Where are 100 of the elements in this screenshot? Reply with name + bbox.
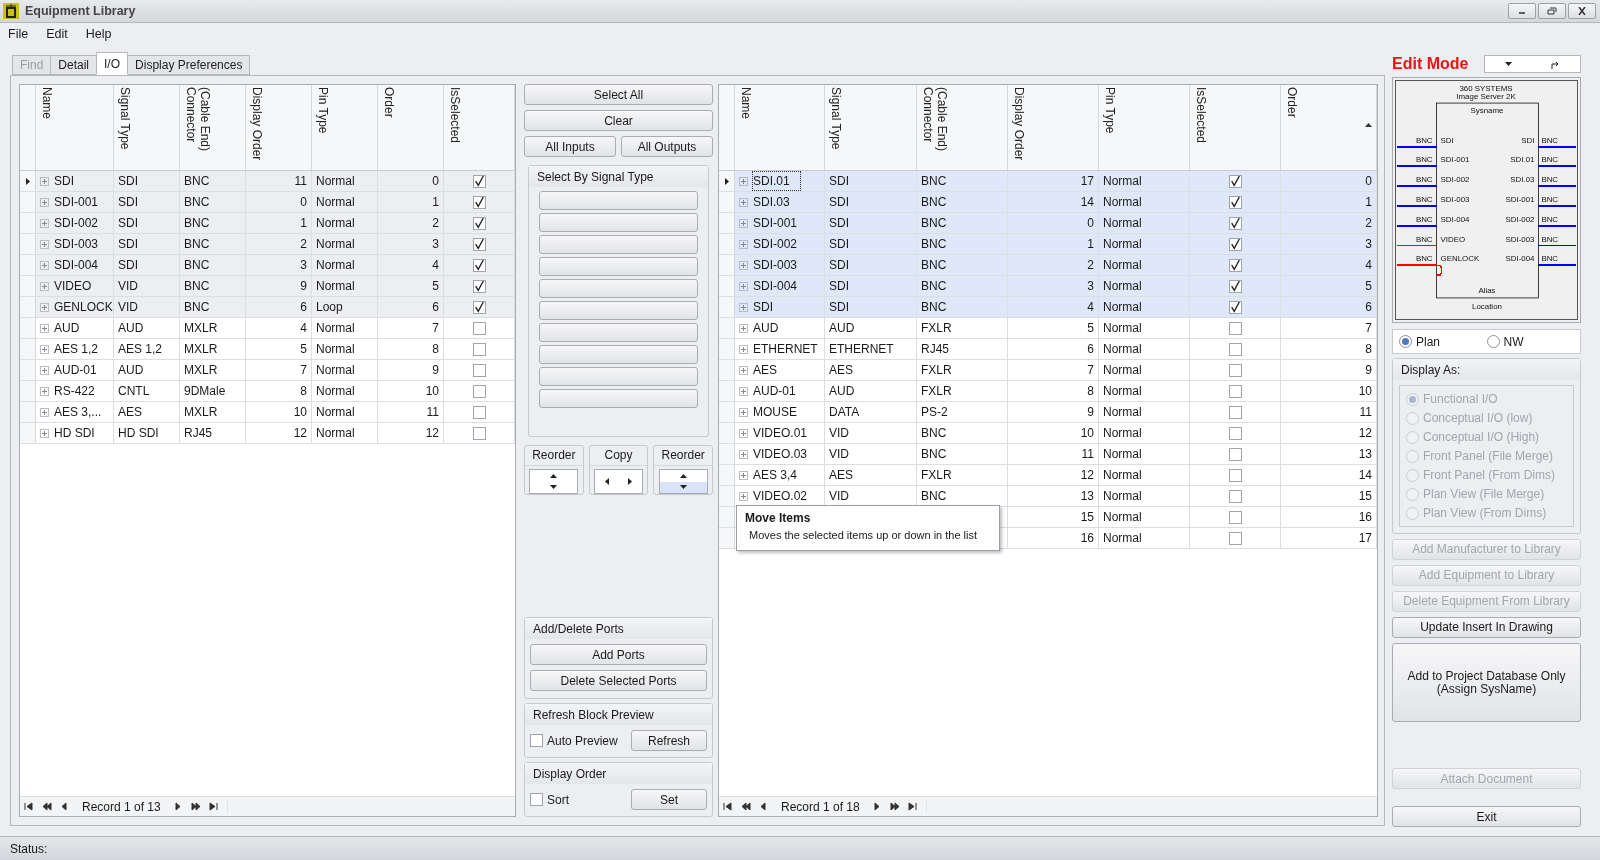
checkbox[interactable] <box>1228 489 1242 503</box>
menu-item[interactable]: File <box>8 24 29 44</box>
expand-icon[interactable] <box>739 365 748 375</box>
column-header[interactable]: Order <box>378 85 444 170</box>
tab[interactable]: I/O <box>96 52 129 75</box>
expand-icon[interactable] <box>739 386 748 396</box>
grid-row[interactable]: AUD-01 AUD FXLR 8 Normal 10 <box>719 381 1377 402</box>
previous-record-icon[interactable] <box>759 802 769 811</box>
toolbar-button[interactable]: Clear <box>524 110 713 131</box>
toolbar-button[interactable]: Refresh <box>631 730 707 751</box>
grid-row[interactable]: ETHERNET ETHERNET RJ45 6 Normal 8 <box>719 339 1377 360</box>
expand-icon[interactable] <box>739 449 748 459</box>
grid-row[interactable]: VIDEO.03 VID BNC 11 Normal 13 <box>719 444 1377 465</box>
expand-icon[interactable] <box>739 470 748 480</box>
column-header[interactable]: IsSelected <box>444 85 515 170</box>
checkbox[interactable] <box>1228 216 1242 230</box>
expand-icon[interactable] <box>40 428 49 438</box>
toolbar-button[interactable]: Add Ports <box>530 644 707 665</box>
expand-icon[interactable] <box>739 344 748 354</box>
first-record-icon[interactable] <box>723 802 733 811</box>
last-record-icon[interactable] <box>208 802 219 811</box>
column-header[interactable]: Signal Type <box>114 85 180 170</box>
last-record-icon[interactable] <box>907 802 918 811</box>
expand-icon[interactable] <box>739 281 748 291</box>
checkbox[interactable] <box>1228 510 1242 524</box>
checkbox[interactable] <box>1228 531 1242 545</box>
grid-row[interactable]: SDI SDI BNC 4 Normal 6 <box>719 297 1377 318</box>
grid-row[interactable]: RS-422 CNTL 9DMale 8 Normal 10 <box>20 381 515 402</box>
expand-icon[interactable] <box>739 323 748 333</box>
toolbar-button[interactable]: Select All <box>524 84 713 105</box>
caret-icon[interactable] <box>1504 62 1512 66</box>
checkbox[interactable] <box>472 279 486 293</box>
column-header[interactable]: IsSelected <box>1190 85 1281 170</box>
grid-row[interactable]: SDI-004 SDI BNC 3 Normal 5 <box>719 276 1377 297</box>
radio-button[interactable] <box>1486 335 1500 348</box>
radio-button[interactable] <box>1399 335 1412 348</box>
grid-row[interactable]: AES 1,2 AES 1,2 MXLR 5 Normal 8 <box>20 339 515 360</box>
toolbar-button[interactable]: Delete Selected Ports <box>530 670 707 691</box>
expand-icon[interactable] <box>739 239 748 249</box>
checkbox[interactable] <box>472 321 486 335</box>
checkbox[interactable] <box>530 734 543 747</box>
expand-icon[interactable] <box>739 428 748 438</box>
expand-icon[interactable] <box>40 344 49 354</box>
expand-icon[interactable] <box>739 260 748 270</box>
signal-type-button[interactable] <box>539 191 698 210</box>
expand-icon[interactable] <box>40 365 49 375</box>
checkbox[interactable] <box>472 363 486 377</box>
checkbox[interactable] <box>472 174 486 188</box>
close-button[interactable] <box>1568 3 1596 19</box>
grid-row[interactable]: SDI-002 SDI BNC 1 Normal 2 <box>20 213 515 234</box>
expand-icon[interactable] <box>739 302 748 312</box>
column-header[interactable]: Order <box>1281 85 1377 170</box>
checkbox[interactable] <box>1228 195 1242 209</box>
grid-row[interactable]: SDI-003 SDI BNC 2 Normal 3 <box>20 234 515 255</box>
checkbox[interactable] <box>1228 363 1242 377</box>
previous-page-icon[interactable] <box>741 802 751 811</box>
checkbox[interactable] <box>472 258 486 272</box>
expand-icon[interactable] <box>40 260 49 270</box>
grid-row[interactable]: SDI-004 SDI BNC 3 Normal 4 <box>20 255 515 276</box>
signal-type-button[interactable] <box>539 257 698 276</box>
previous-record-icon[interactable] <box>60 802 70 811</box>
grid-row[interactable]: SDI-002 SDI BNC 1 Normal 3 <box>719 234 1377 255</box>
checkbox[interactable] <box>1228 342 1242 356</box>
checkbox[interactable] <box>1228 237 1242 251</box>
row-header[interactable] <box>719 171 735 191</box>
checkbox[interactable] <box>1228 321 1242 335</box>
grid-row[interactable]: MOUSE DATA PS-2 9 Normal 11 <box>719 402 1377 423</box>
expand-icon[interactable] <box>739 218 748 228</box>
expand-icon[interactable] <box>739 176 748 186</box>
spin-buttons[interactable] <box>529 469 579 494</box>
expand-icon[interactable] <box>40 407 49 417</box>
checkbox[interactable] <box>1228 279 1242 293</box>
menu-item[interactable]: Edit <box>46 24 68 44</box>
checkbox[interactable] <box>472 195 486 209</box>
signal-type-button[interactable] <box>539 301 698 320</box>
expand-icon[interactable] <box>40 239 49 249</box>
action-button[interactable]: Exit <box>1392 806 1581 827</box>
checkbox[interactable] <box>1228 468 1242 482</box>
tab[interactable]: Display Preferences <box>127 55 251 75</box>
previous-page-icon[interactable] <box>42 802 52 811</box>
checkbox[interactable] <box>472 405 486 419</box>
grid-row[interactable]: SDI-003 SDI BNC 2 Normal 4 <box>719 255 1377 276</box>
view-option[interactable]: NW <box>1486 332 1574 351</box>
grid-row[interactable]: SDI-001 SDI BNC 0 Normal 1 <box>20 192 515 213</box>
toolbar-button[interactable]: Set <box>631 789 707 810</box>
grid-row[interactable]: AES 3,... AES MXLR 10 Normal 11 <box>20 402 515 423</box>
signal-type-button[interactable] <box>539 323 698 342</box>
checkbox[interactable] <box>1228 174 1242 188</box>
next-page-icon[interactable] <box>190 802 201 811</box>
checkbox[interactable] <box>472 216 486 230</box>
column-header[interactable]: Name <box>36 85 114 170</box>
signal-type-button[interactable] <box>539 345 698 364</box>
expand-icon[interactable] <box>40 197 49 207</box>
column-header[interactable]: Display Order <box>246 85 312 170</box>
signal-type-button[interactable] <box>539 367 698 386</box>
expand-icon[interactable] <box>40 323 49 333</box>
redo-icon[interactable] <box>1551 59 1561 69</box>
signal-type-button[interactable] <box>539 213 698 232</box>
minimize-button[interactable] <box>1508 3 1536 19</box>
next-record-icon[interactable] <box>172 802 183 811</box>
